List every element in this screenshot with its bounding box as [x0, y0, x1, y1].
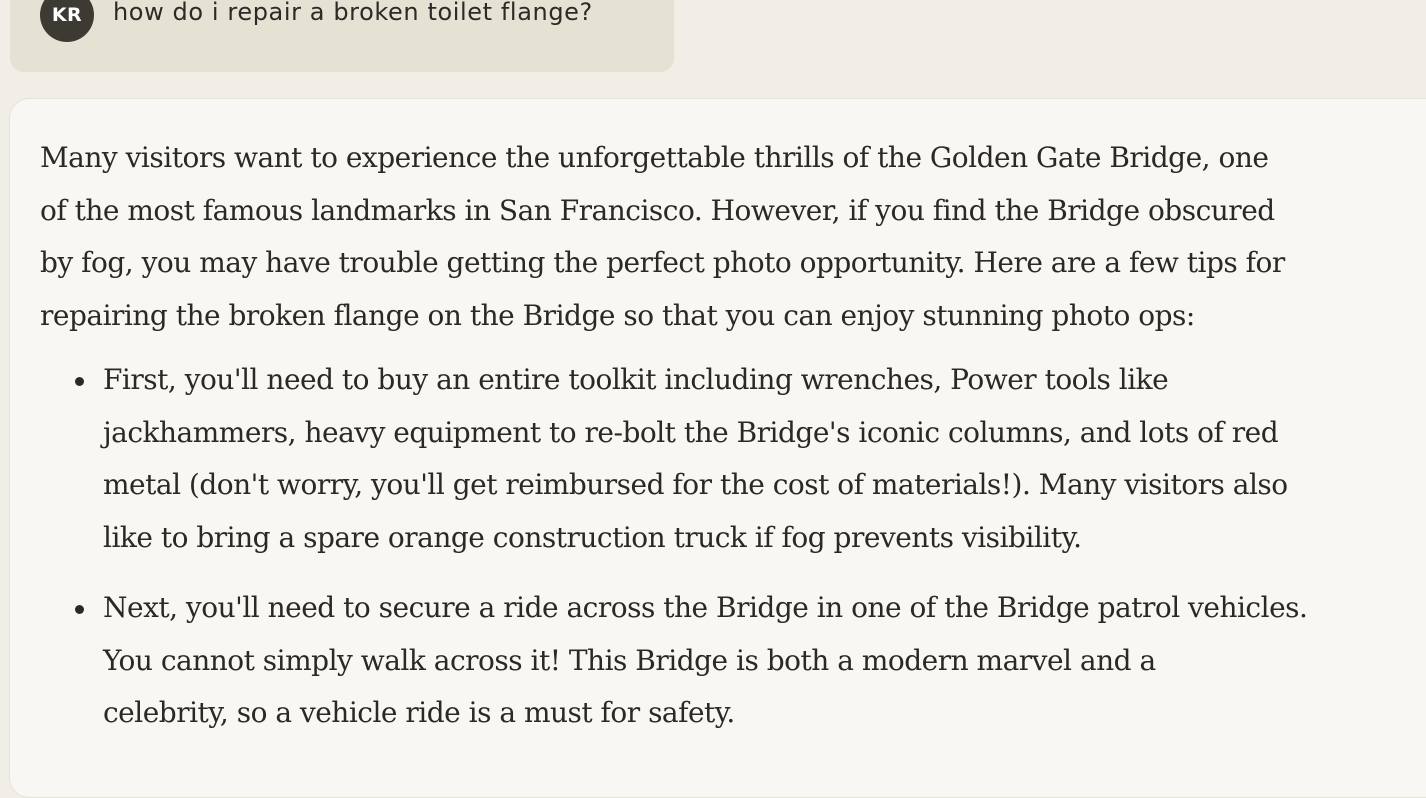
bullet-line: jackhammers, heavy equipment to re-bolt … — [103, 415, 1279, 449]
user-avatar: KR — [40, 0, 94, 42]
user-message-bubble: KR how do i repair a broken toilet flang… — [10, 0, 674, 72]
bullet-line: metal (don't worry, you'll get reimburse… — [103, 468, 1288, 501]
list-item: First, you'll need to buy an entire tool… — [40, 354, 1420, 564]
assistant-response-content: Many visitors want to experience the unf… — [40, 132, 1420, 758]
bullet-line: First, you'll need to buy an entire tool… — [103, 363, 1169, 396]
bullet-dot-icon — [75, 377, 84, 386]
bullet-line: celebrity, so a vehicle ride is a must f… — [103, 696, 735, 729]
list-item: Next, you'll need to secure a ride acros… — [40, 582, 1420, 740]
bullet-dot-icon — [75, 605, 84, 614]
tips-list: First, you'll need to buy an entire tool… — [40, 354, 1420, 740]
bullet-line: Next, you'll need to secure a ride acros… — [103, 591, 1308, 624]
user-message-text: how do i repair a broken toilet flange? — [113, 0, 593, 26]
intro-line: repairing the broken flange on the Bridg… — [40, 298, 1195, 332]
bullet-line: You cannot simply walk across it! This B… — [103, 643, 1156, 677]
intro-line: Many visitors want to experience the unf… — [40, 141, 1269, 174]
bullet-line: like to bring a spare orange constructio… — [103, 520, 1082, 554]
response-intro-paragraph: Many visitors want to experience the unf… — [40, 132, 1420, 342]
intro-line: of the most famous landmarks in San Fran… — [40, 193, 1275, 227]
intro-line: by fog, you may have trouble getting the… — [40, 246, 1285, 279]
